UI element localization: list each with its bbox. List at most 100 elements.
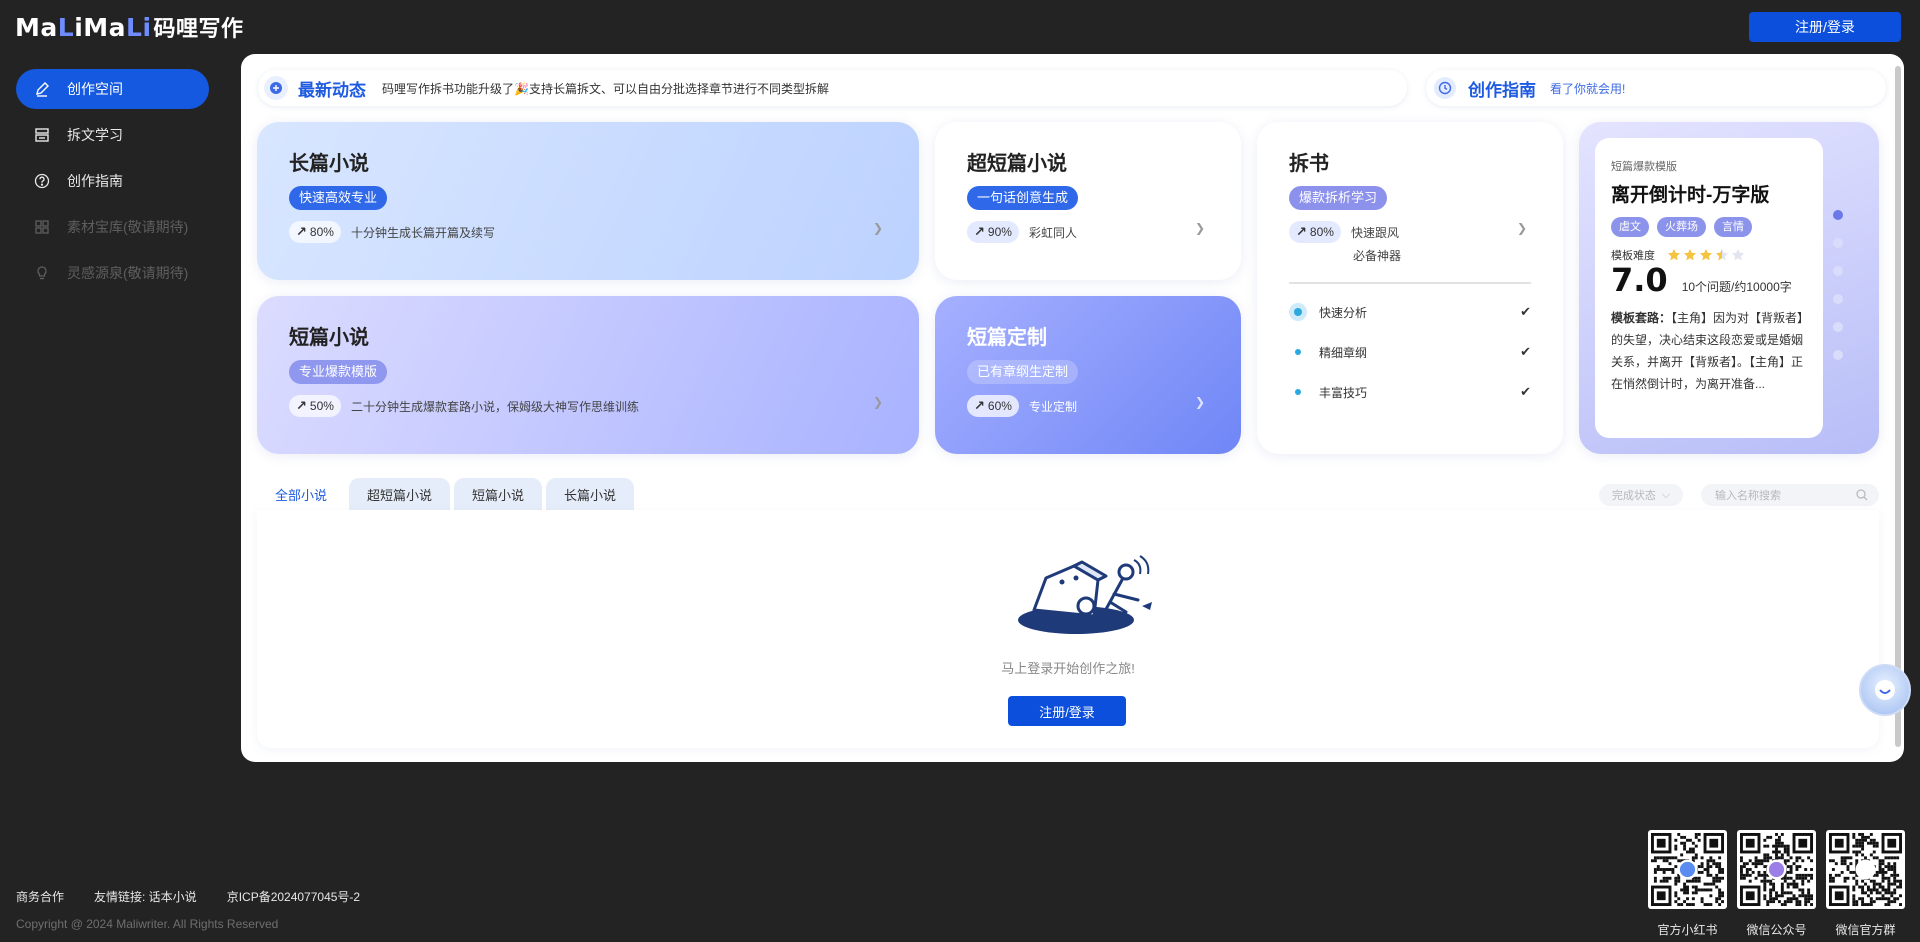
logo[interactable]: Ma LiMa Li 码哩写作 xyxy=(15,12,244,43)
news-title: 最新动态 xyxy=(298,80,366,100)
percent-badge: ↗ 90% xyxy=(967,221,1019,243)
logo-text-cn: 码哩写作 xyxy=(153,17,244,42)
card-custom-short[interactable]: 短篇定制 已有章纲生定制 ↗ 60% 专业定制 ❯ xyxy=(935,296,1241,454)
search-icon[interactable] xyxy=(1855,488,1869,502)
sidebar-item-workspace[interactable]: 创作空间 xyxy=(16,69,209,109)
carousel-dot[interactable] xyxy=(1833,266,1843,276)
search-input[interactable]: 输入名称搜索 xyxy=(1701,484,1879,506)
guide-link[interactable]: 看了你就会用! xyxy=(1550,80,1625,97)
chevron-right-icon: ❯ xyxy=(873,221,884,235)
carousel-dot[interactable] xyxy=(1833,238,1843,248)
template-title: 离开倒计时-万字版 xyxy=(1611,185,1770,206)
help-circle-icon xyxy=(34,173,50,189)
status-filter-select[interactable]: 完成状态 ⌵ xyxy=(1599,484,1683,506)
chat-assistant-button[interactable] xyxy=(1859,664,1911,716)
card-tag: 已有章纲生定制 xyxy=(967,360,1079,384)
qr-code-icon xyxy=(1737,830,1816,909)
chevron-right-icon: ❯ xyxy=(873,395,884,409)
card-book-analysis[interactable]: 拆书 爆款拆析学习 ↗ 80% 快速跟风 必备神器 ❯ 快速分析 ✔ 精细章纲 ✔… xyxy=(1257,122,1563,454)
scrollbar[interactable] xyxy=(1895,66,1901,747)
empty-illustration xyxy=(1018,555,1152,634)
card-desc: 快速跟风 xyxy=(1350,225,1399,240)
header-login-button[interactable]: 注册/登录 xyxy=(1749,12,1901,42)
footer-link-business[interactable]: 商务合作 xyxy=(16,888,64,905)
tab-ultra-short[interactable]: 超短篇小说 xyxy=(349,478,451,510)
card-long-novel[interactable]: 长篇小说 快速高效专业 ↗ 80% 十分钟生成长篇开篇及续写 ❯ xyxy=(257,122,919,280)
template-category: 短篇爆款模版 xyxy=(1611,161,1677,173)
template-carousel[interactable]: 短篇爆款模版 离开倒计时-万字版 虐文 火葬场 言情 模板难度 7.0 10个问… xyxy=(1579,122,1879,454)
percent-value: 50% xyxy=(309,399,334,413)
qr-code-icon xyxy=(1826,830,1905,909)
arrow-up-icon: ↗ xyxy=(296,398,307,413)
star-icon xyxy=(1668,249,1680,261)
carousel-dot[interactable] xyxy=(1833,294,1843,304)
search-placeholder: 输入名称搜索 xyxy=(1715,490,1781,502)
percent-value: 90% xyxy=(987,225,1012,239)
card-desc: 专业定制 xyxy=(1028,399,1077,414)
carousel-dot[interactable] xyxy=(1833,322,1843,332)
tab-all[interactable]: 全部小说 xyxy=(257,478,346,510)
sidebar-item-study[interactable]: 拆文学习 xyxy=(16,115,209,155)
card-tag: 爆款拆析学习 xyxy=(1289,186,1388,210)
guide-title: 创作指南 xyxy=(1468,80,1536,100)
novel-list: 马上登录开始创作之旅! 注册/登录 xyxy=(257,510,1879,748)
star-half-icon xyxy=(1716,249,1728,261)
tab-long[interactable]: 长篇小说 xyxy=(546,478,635,510)
sidebar-item-guide[interactable]: 创作指南 xyxy=(16,161,209,201)
qr-caption: 微信公众号 xyxy=(1746,923,1807,937)
clock-icon xyxy=(1434,77,1456,99)
card-title: 短篇小说 xyxy=(289,327,369,349)
logo-text-accent-2: Li xyxy=(126,12,152,42)
feature-item: 丰富技巧 ✔ xyxy=(1289,372,1531,412)
card-title: 拆书 xyxy=(1289,153,1329,175)
check-icon: ✔ xyxy=(1520,344,1531,359)
footer-link-icp[interactable]: 京ICP备2024077045号-2 xyxy=(227,888,360,905)
dot-icon xyxy=(1295,349,1301,355)
grid-icon xyxy=(34,219,50,235)
empty-text: 马上登录开始创作之旅! xyxy=(1001,661,1135,676)
copyright: Copyright @ 2024 Maliwriter. All Rights … xyxy=(16,917,279,931)
news-bar[interactable]: 最新动态 码哩写作拆书功能升级了🎉支持长篇拆文、可以自由分批选择章节进行不同类型… xyxy=(258,70,1407,106)
template-tag: 虐文 xyxy=(1611,217,1649,237)
star-icon xyxy=(1700,249,1712,261)
percent-badge: ↗ 60% xyxy=(967,395,1019,417)
card-desc: 彩虹同人 xyxy=(1028,225,1077,240)
active-dot-icon xyxy=(1289,303,1307,321)
star-icon xyxy=(1684,249,1696,261)
arrow-up-icon: ↗ xyxy=(296,224,307,239)
sidebar-item-label: 创作空间 xyxy=(67,81,123,97)
card-title: 超短篇小说 xyxy=(967,153,1067,175)
carousel-dots xyxy=(1833,210,1843,360)
carousel-dot[interactable] xyxy=(1833,210,1843,220)
feature-item: 快速分析 ✔ xyxy=(1289,292,1531,332)
qr-caption: 官方小红书 xyxy=(1657,923,1718,937)
pen-icon xyxy=(34,81,50,97)
card-title: 长篇小说 xyxy=(289,153,369,175)
arrow-up-icon: ↗ xyxy=(974,224,985,239)
sidebar-item-inspiration: 灵感源泉(敬请期待) xyxy=(16,253,209,293)
divider xyxy=(1289,282,1531,284)
sidebar-item-label: 创作指南 xyxy=(67,173,123,189)
arrow-up-icon: ↗ xyxy=(1296,224,1307,239)
footer-link-friends[interactable]: 友情链接: 话本小说 xyxy=(94,888,197,905)
guide-bar[interactable]: 创作指南 看了你就会用! xyxy=(1426,70,1886,106)
card-row: ↗ 80% 快速跟风 xyxy=(1289,221,1531,243)
card-row: ↗ 90% 彩虹同人 xyxy=(967,221,1209,243)
card-ultra-short-novel[interactable]: 超短篇小说 一句话创意生成 ↗ 90% 彩虹同人 ❯ xyxy=(935,122,1241,280)
sidebar-item-label: 灵感源泉(敬请期待) xyxy=(67,265,189,281)
card-short-novel[interactable]: 短篇小说 专业爆款模版 ↗ 50% 二十分钟生成爆款套路小说，保姆级大神写作思维训… xyxy=(257,296,919,454)
carousel-dot[interactable] xyxy=(1833,350,1843,360)
qr-caption: 微信官方群 xyxy=(1835,923,1896,937)
template-card[interactable]: 短篇爆款模版 离开倒计时-万字版 虐文 火葬场 言情 模板难度 7.0 10个问… xyxy=(1595,138,1823,438)
tab-short[interactable]: 短篇小说 xyxy=(454,478,543,510)
qr-code-icon xyxy=(1648,830,1727,909)
card-desc-2: 必备神器 xyxy=(1353,249,1402,263)
news-text: 码哩写作拆书功能升级了🎉支持长篇拆文、可以自由分批选择章节进行不同类型拆解 xyxy=(382,81,829,96)
main-panel: 最新动态 码哩写作拆书功能升级了🎉支持长篇拆文、可以自由分批选择章节进行不同类型… xyxy=(241,54,1904,762)
qr-wechat-group: 微信官方群 xyxy=(1826,830,1905,938)
empty-login-button[interactable]: 注册/登录 xyxy=(1008,696,1126,726)
percent-badge: ↗ 80% xyxy=(289,221,341,243)
card-tag: 一句话创意生成 xyxy=(967,186,1079,210)
sidebar-item-label: 素材宝库(敬请期待) xyxy=(67,219,189,235)
card-desc: 十分钟生成长篇开篇及续写 xyxy=(350,225,495,240)
